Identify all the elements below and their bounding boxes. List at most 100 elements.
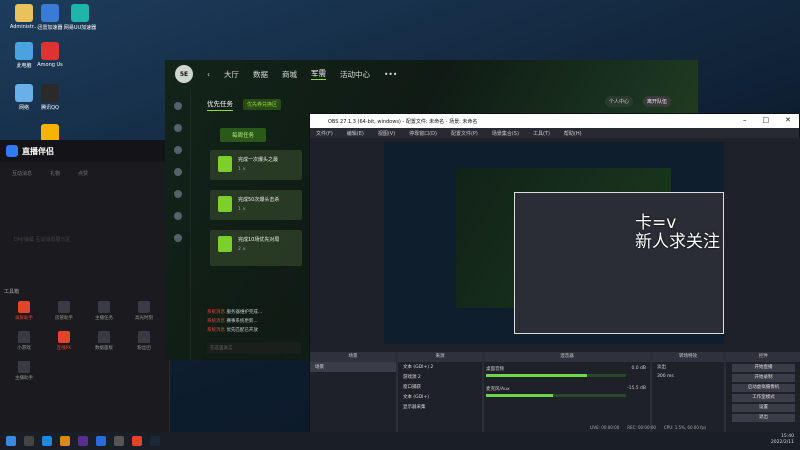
tool-item[interactable]: 主播助手	[4, 361, 44, 381]
nav-item-lobby[interactable]: 大厅	[224, 69, 239, 80]
menu-item[interactable]: 停靠窗口(D)	[409, 130, 437, 137]
desktop-icon[interactable]: 网易UU加速器	[60, 4, 100, 31]
menu-item[interactable]: 文件(F)	[316, 130, 333, 137]
tool-item[interactable]: 粉丝团	[124, 331, 164, 351]
tool-icon	[98, 331, 110, 343]
personal-center-button[interactable]: 个人中心	[605, 96, 634, 107]
volume-fill	[486, 394, 554, 397]
sidebar-icon[interactable]	[173, 212, 182, 220]
tool-label: 连线PK	[56, 346, 72, 351]
news-item: 系统消息 优先匹配已开放	[207, 328, 258, 333]
virtual-camera-button[interactable]: 启动虚拟摄像机	[732, 384, 795, 392]
nav-item-shop[interactable]: 商城	[282, 69, 297, 80]
sidebar-icon[interactable]	[173, 102, 182, 110]
app-icon	[41, 84, 59, 102]
sidebar-icon[interactable]	[173, 124, 182, 132]
app-icon	[41, 42, 59, 60]
steam-icon[interactable]	[150, 436, 160, 446]
tool-item[interactable]: 连线PK	[44, 331, 84, 351]
exit-button[interactable]: 退出	[732, 414, 795, 422]
explorer-icon[interactable]	[60, 436, 70, 446]
menu-item[interactable]: 工具(T)	[533, 130, 550, 137]
task-card[interactable]: 完成10场优先对局 2 ×	[210, 230, 302, 266]
start-streaming-button[interactable]: 开始直播	[732, 364, 795, 372]
obs-taskbar-icon[interactable]	[114, 436, 124, 446]
nav-more[interactable]: •••	[384, 70, 397, 79]
desktop-icon[interactable]: 腾讯QQ	[30, 84, 70, 111]
scene-item[interactable]: 场景	[310, 362, 396, 372]
tool-item[interactable]: 房管助手	[44, 301, 84, 321]
tab-priority-tasks[interactable]: 优先任务	[207, 98, 233, 111]
desktop-icon[interactable]: Among Us	[30, 42, 70, 68]
tool-item[interactable]: 数据面板	[84, 331, 124, 351]
mixer-channel[interactable]: 桌面音频 0.0 dB	[486, 366, 646, 382]
task-reward: 2 ×	[238, 247, 247, 252]
maximize-icon[interactable]: □	[763, 116, 770, 124]
task-complete-icon	[218, 196, 232, 212]
menu-item[interactable]: 编辑(E)	[347, 130, 364, 137]
tool-item[interactable]: 主播任务	[84, 301, 124, 321]
tool-label: 数据面板	[95, 346, 113, 351]
priority-exchange-badge[interactable]: 优先券兑换区	[243, 99, 282, 110]
menu-item[interactable]: 场景集合(S)	[492, 130, 519, 137]
source-item[interactable]: 文本 (GDI+)	[398, 392, 482, 402]
live-tab[interactable]: 互动消息	[12, 170, 32, 177]
sidebar-icon[interactable]	[173, 168, 182, 176]
task-card[interactable]: 完成50次爆头击杀 1 ×	[210, 190, 302, 220]
sidebar-icon[interactable]	[173, 146, 182, 154]
nav-item-events[interactable]: 活动中心	[340, 69, 370, 80]
tool-label: 房管助手	[55, 316, 73, 321]
sources-header: 来源	[398, 352, 482, 362]
sidebar-icon[interactable]	[173, 234, 182, 242]
menu-item[interactable]: 视图(V)	[378, 130, 395, 137]
nav-item-supply[interactable]: 军需	[311, 68, 326, 80]
volume-fill	[486, 374, 587, 377]
transitions-dock: 转场特效 淡出 300 ms	[652, 352, 724, 434]
start-recording-button[interactable]: 开始录制	[732, 374, 795, 382]
sidebar-icon[interactable]	[173, 190, 182, 198]
app-icon[interactable]	[96, 436, 106, 446]
source-item[interactable]: 文本 (GDI+) 2	[398, 362, 482, 372]
news-item: 系统消息 服务器维护完成...	[207, 310, 263, 315]
source-item[interactable]: 游戏源 2	[398, 372, 482, 382]
tool-item[interactable]: 录屏助手	[4, 301, 44, 321]
transitions-header: 转场特效	[652, 352, 724, 362]
source-item[interactable]: 窗口捕获	[398, 382, 482, 392]
edge-icon[interactable]	[42, 436, 52, 446]
start-icon[interactable]	[6, 436, 16, 446]
live-app-name: 直播伴侣	[22, 146, 54, 156]
transition-duration[interactable]: 300 ms	[652, 372, 724, 381]
tool-item[interactable]: 高光时刻	[124, 301, 164, 321]
weekly-tasks-pill[interactable]: 每周任务	[220, 128, 267, 142]
menu-item[interactable]: 帮助(H)	[564, 130, 582, 137]
cpu-status: CPU: 1.5%, 60.00 fps	[663, 425, 707, 430]
obs-preview[interactable]: 卡=v 新人求关注	[384, 142, 724, 344]
menu-item[interactable]: 配置文件(P)	[451, 130, 478, 137]
settings-button[interactable]: 设置	[732, 404, 795, 412]
studio-mode-button[interactable]: 工作室模式	[732, 394, 795, 402]
minimize-icon[interactable]: –	[743, 116, 747, 124]
transition-mode[interactable]: 淡出	[652, 362, 724, 372]
live-status: LIVE: 00:00:00	[590, 425, 620, 430]
channel-db: -15.5 dB	[626, 386, 646, 391]
task-card[interactable]: 完成一次爆头之最 1 ×	[210, 150, 302, 180]
chat-input[interactable]: 在这里发言	[207, 342, 301, 354]
live-tab[interactable]: 礼物	[50, 170, 60, 177]
search-icon[interactable]	[24, 436, 34, 446]
game-subtabs: 优先任务 优先券兑换区	[207, 98, 282, 111]
back-icon[interactable]: ‹	[207, 70, 210, 79]
live-taskbar-icon[interactable]	[132, 436, 142, 446]
nav-item-data[interactable]: 数据	[253, 69, 268, 80]
system-tray-clock[interactable]: 15:40 2022/2/11	[771, 434, 794, 446]
premiere-icon[interactable]	[78, 436, 88, 446]
source-item[interactable]: 显示器采集	[398, 402, 482, 412]
toolbox-title: 工具箱	[4, 289, 20, 295]
leave-team-button[interactable]: 离开队伍	[643, 96, 672, 107]
live-companion-window: 直播伴侣 互动消息 礼物 点赞 DM/弹幕 互动消息展示区 工具箱 录屏助手 房管…	[0, 140, 170, 432]
rec-status: REC: 00:00:00	[627, 425, 656, 430]
mixer-channel[interactable]: 麦克风/Aux -15.5 dB	[486, 386, 646, 402]
close-icon[interactable]: ✕	[785, 116, 791, 124]
tool-label: 主播助手	[15, 376, 33, 381]
live-tab[interactable]: 点赞	[78, 170, 88, 177]
tool-item[interactable]: 小游戏	[4, 331, 44, 351]
